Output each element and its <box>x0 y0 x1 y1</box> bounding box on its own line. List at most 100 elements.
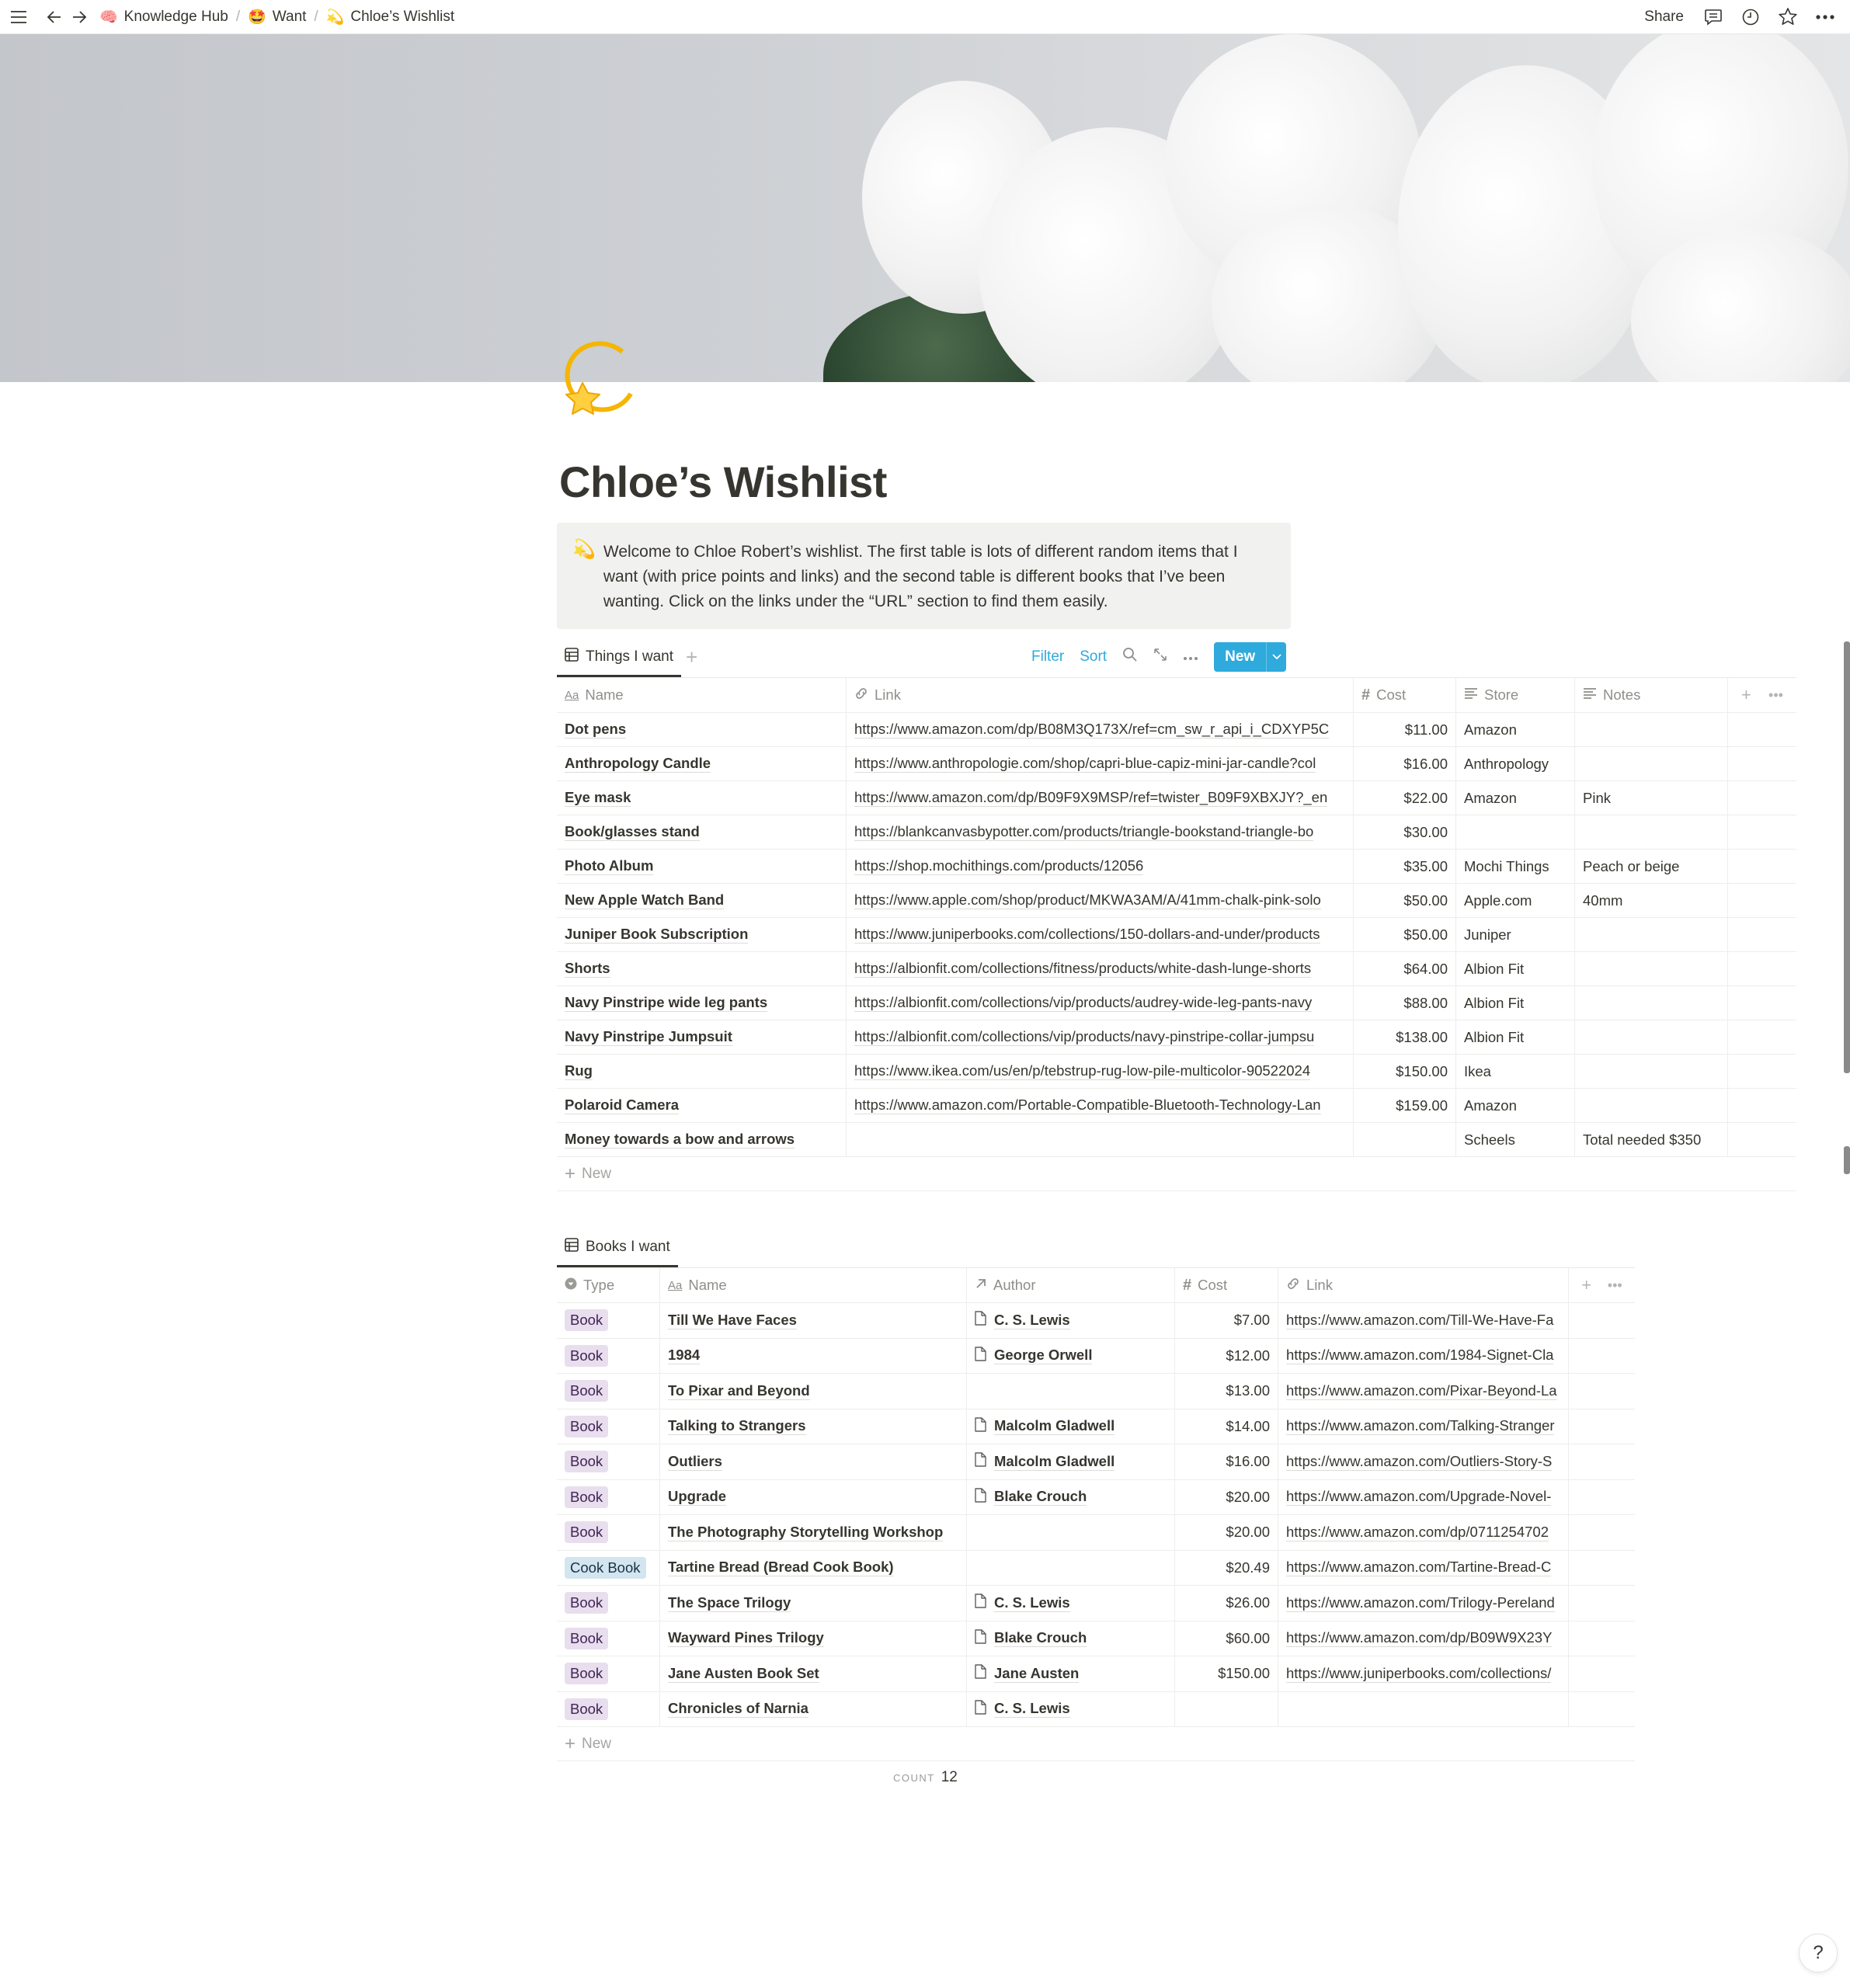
name-cell[interactable]: Shorts <box>557 952 847 985</box>
url-link[interactable]: https://www.apple.com/shop/product/MKWA3… <box>854 891 1321 909</box>
new-entry-button[interactable]: New <box>1214 642 1287 672</box>
cost-cell[interactable]: $50.00 <box>1354 918 1456 951</box>
link-cell[interactable]: https://shop.mochithings.com/products/12… <box>847 850 1354 883</box>
store-cell[interactable]: Amazon <box>1456 1089 1575 1122</box>
empty-cell[interactable] <box>1728 747 1796 780</box>
cost-cell[interactable]: $35.00 <box>1354 850 1456 883</box>
empty-cell[interactable] <box>1728 850 1796 883</box>
search-icon[interactable] <box>1122 647 1138 667</box>
table-row[interactable]: Book Upgrade Blake Crouch $20.00 https://www… <box>557 1479 1635 1515</box>
cover-image[interactable] <box>0 34 1850 382</box>
table-row[interactable]: Book Chronicles of Narnia C. S. Lewis <box>557 1691 1635 1727</box>
url-link[interactable]: https://www.ikea.com/us/en/p/tebstrup-ru… <box>854 1062 1311 1080</box>
column-header-store[interactable]: Store <box>1456 678 1575 712</box>
name-cell[interactable]: Navy Pinstripe wide leg pants <box>557 986 847 1020</box>
cost-cell[interactable] <box>1175 1691 1278 1726</box>
author-relation[interactable]: Malcolm Gladwell <box>975 1417 1115 1436</box>
table-row[interactable]: Book Outliers Malcolm Gladwell $16.00 https:… <box>557 1444 1635 1480</box>
link-cell[interactable]: https://www.amazon.com/Tartine-Bread-C <box>1278 1550 1569 1585</box>
more-options-icon[interactable]: ••• <box>1608 1277 1622 1294</box>
column-header-cost[interactable]: # Cost <box>1354 678 1456 712</box>
empty-cell[interactable] <box>1728 884 1796 917</box>
url-link[interactable]: https://www.amazon.com/Talking-Stranger <box>1286 1417 1555 1436</box>
notes-cell[interactable] <box>1575 952 1728 985</box>
count-summary[interactable]: COUNT 12 <box>893 1769 958 1786</box>
cost-cell[interactable]: $50.00 <box>1354 884 1456 917</box>
cost-cell[interactable]: $20.49 <box>1175 1550 1278 1585</box>
link-cell[interactable]: https://www.apple.com/shop/product/MKWA3… <box>847 884 1354 917</box>
store-cell[interactable]: Albion Fit <box>1456 1020 1575 1054</box>
add-new-row-button[interactable]: + New <box>557 1157 1796 1191</box>
breadcrumb-want[interactable]: 🤩 Want <box>245 8 309 26</box>
comments-icon[interactable] <box>1701 5 1726 30</box>
notes-cell[interactable]: Peach or beige <box>1575 850 1728 883</box>
table-row[interactable]: New Apple Watch Band https://www.apple.co… <box>557 884 1796 918</box>
url-link[interactable]: https://www.juniperbooks.com/collections… <box>1286 1665 1552 1683</box>
type-cell[interactable]: Book <box>557 1515 660 1550</box>
history-clock-icon[interactable] <box>1738 5 1763 30</box>
notes-cell[interactable] <box>1575 1089 1728 1122</box>
empty-cell[interactable] <box>1728 1055 1796 1088</box>
cost-cell[interactable]: $22.00 <box>1354 781 1456 815</box>
cost-cell[interactable]: $13.00 <box>1175 1374 1278 1409</box>
cost-cell[interactable]: $16.00 <box>1354 747 1456 780</box>
author-cell[interactable]: Jane Austen <box>967 1656 1175 1691</box>
page-icon-dizzy-star[interactable] <box>553 334 645 426</box>
column-header-link[interactable]: Link <box>847 678 1354 712</box>
store-cell[interactable]: Apple.com <box>1456 884 1575 917</box>
link-cell[interactable]: https://albionfit.com/collections/vip/pr… <box>847 1020 1354 1054</box>
name-cell[interactable]: Wayward Pines Trilogy <box>660 1621 967 1656</box>
author-relation[interactable]: Malcolm Gladwell <box>975 1452 1115 1471</box>
name-cell[interactable]: Eye mask <box>557 781 847 815</box>
empty-cell[interactable] <box>1728 781 1796 815</box>
table-row[interactable]: Book The Space Trilogy C. S. Lewis $26.00 ht… <box>557 1586 1635 1621</box>
name-cell[interactable]: Jane Austen Book Set <box>660 1656 967 1691</box>
url-link[interactable]: https://www.amazon.com/Portable-Compatib… <box>854 1097 1321 1114</box>
link-cell[interactable]: https://www.amazon.com/1984-Signet-Cla <box>1278 1338 1569 1373</box>
author-cell[interactable]: Malcolm Gladwell <box>967 1444 1175 1479</box>
cost-cell[interactable]: $138.00 <box>1354 1020 1456 1054</box>
url-link[interactable]: https://www.amazon.com/dp/B09F9X9MSP/ref… <box>854 789 1328 807</box>
share-button[interactable]: Share <box>1644 9 1684 26</box>
url-link[interactable]: https://www.amazon.com/Tartine-Bread-C <box>1286 1559 1552 1577</box>
url-link[interactable]: https://www.amazon.com/dp/B09W9X23Y <box>1286 1629 1553 1648</box>
name-cell[interactable]: Upgrade <box>660 1479 967 1514</box>
link-cell[interactable]: https://www.amazon.com/dp/B08M3Q173X/ref… <box>847 713 1354 746</box>
table-row[interactable]: Navy Pinstripe wide leg pants https://alb… <box>557 986 1796 1020</box>
table-row[interactable]: Juniper Book Subscription https://www.jun… <box>557 918 1796 952</box>
cost-cell[interactable]: $7.00 <box>1175 1303 1278 1338</box>
notes-cell[interactable]: Total needed $350 <box>1575 1123 1728 1156</box>
type-cell[interactable]: Book <box>557 1656 660 1691</box>
add-property-icon[interactable]: + <box>1581 1275 1591 1295</box>
link-cell[interactable]: https://blankcanvasbypotter.com/products… <box>847 815 1354 849</box>
link-cell[interactable]: https://www.ikea.com/us/en/p/tebstrup-ru… <box>847 1055 1354 1088</box>
table-row[interactable]: Dot pens https://www.amazon.com/dp/B08M3Q… <box>557 713 1796 747</box>
name-cell[interactable]: Book/glasses stand <box>557 815 847 849</box>
url-link[interactable]: https://albionfit.com/collections/vip/pr… <box>854 994 1313 1012</box>
name-cell[interactable]: Outliers <box>660 1444 967 1479</box>
cost-cell[interactable]: $26.00 <box>1175 1586 1278 1621</box>
author-relation[interactable]: George Orwell <box>975 1347 1093 1365</box>
new-button-label[interactable]: New <box>1214 642 1266 672</box>
tab-books-i-want[interactable]: Books I want <box>557 1227 678 1267</box>
url-link[interactable]: https://www.amazon.com/Till-We-Have-Fa <box>1286 1312 1554 1329</box>
forward-arrow-icon[interactable] <box>67 5 92 30</box>
author-cell[interactable]: George Orwell <box>967 1338 1175 1373</box>
type-cell[interactable]: Book <box>557 1374 660 1409</box>
name-cell[interactable]: Money towards a bow and arrows <box>557 1123 847 1156</box>
store-cell[interactable] <box>1456 815 1575 849</box>
add-new-row-button[interactable]: + New <box>557 1727 1635 1761</box>
link-cell[interactable]: https://www.amazon.com/Till-We-Have-Fa <box>1278 1303 1569 1338</box>
url-link[interactable]: https://blankcanvasbypotter.com/products… <box>854 823 1314 841</box>
notes-cell[interactable] <box>1575 747 1728 780</box>
column-header-author[interactable]: Author <box>967 1268 1175 1302</box>
table-row[interactable]: Book The Photography Storytelling Worksho… <box>557 1515 1635 1551</box>
table-row[interactable]: Book Wayward Pines Trilogy Blake Crouch $60… <box>557 1621 1635 1656</box>
store-cell[interactable]: Albion Fit <box>1456 986 1575 1020</box>
name-cell[interactable]: The Photography Storytelling Workshop <box>660 1515 967 1550</box>
help-button[interactable]: ? <box>1799 1934 1838 1972</box>
name-cell[interactable]: Photo Album <box>557 850 847 883</box>
add-view-icon[interactable]: + <box>686 645 697 669</box>
column-header-link[interactable]: Link <box>1278 1268 1569 1302</box>
cost-cell[interactable]: $159.00 <box>1354 1089 1456 1122</box>
